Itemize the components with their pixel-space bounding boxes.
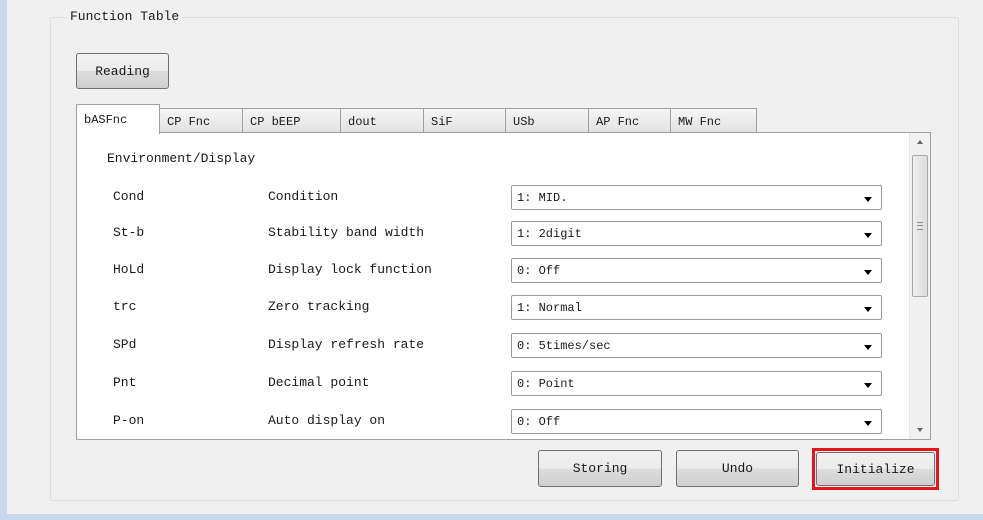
dropdown-arrow-icon	[864, 233, 872, 238]
tab-cp-fnc[interactable]: CP Fnc	[159, 108, 243, 132]
refresh-rate-dropdown[interactable]: 0: 5times/sec	[511, 333, 882, 358]
tab-ap-fnc[interactable]: AP Fnc	[588, 108, 671, 132]
setting-row-p-on: P-on Auto display on 0: Off	[77, 409, 909, 439]
scroll-down-arrow-icon[interactable]	[910, 422, 930, 439]
tab-usb[interactable]: USb	[505, 108, 589, 132]
setting-description: Auto display on	[268, 413, 386, 428]
condition-dropdown[interactable]: 1: MID.	[511, 185, 882, 210]
storing-button[interactable]: Storing	[538, 450, 662, 487]
dropdown-arrow-icon	[864, 345, 872, 350]
display-lock-dropdown[interactable]: 0: Off	[511, 258, 882, 283]
dropdown-value: 1: Normal	[517, 301, 582, 315]
scroll-up-arrow-icon[interactable]	[910, 133, 930, 150]
grip-icon	[917, 222, 923, 230]
tab-sif[interactable]: SiF	[423, 108, 506, 132]
vertical-scrollbar[interactable]	[909, 133, 930, 439]
dropdown-arrow-icon	[864, 270, 872, 275]
setting-description: Condition	[268, 189, 339, 204]
stability-band-dropdown[interactable]: 1: 2digit	[511, 221, 882, 246]
function-table-window: Function Table Reading bASFnc CP Fnc CP …	[0, 0, 983, 520]
undo-button[interactable]: Undo	[676, 450, 799, 487]
setting-row-spd: SPd Display refresh rate 0: 5times/sec	[77, 333, 909, 363]
setting-code: P-on	[113, 413, 145, 428]
setting-code: Cond	[113, 189, 145, 204]
dropdown-value: 0: Point	[517, 377, 575, 391]
setting-code: Pnt	[113, 375, 137, 390]
setting-code: SPd	[113, 337, 137, 352]
decimal-point-dropdown[interactable]: 0: Point	[511, 371, 882, 396]
tab-panel: Environment/Display Cond Condition 1: MI…	[76, 132, 931, 440]
dropdown-value: 0: Off	[517, 264, 561, 278]
setting-code: trc	[113, 299, 137, 314]
dropdown-arrow-icon	[864, 421, 872, 426]
group-title: Function Table	[67, 9, 183, 24]
settings-list: Environment/Display Cond Condition 1: MI…	[77, 133, 909, 439]
scrollbar-thumb[interactable]	[912, 155, 928, 297]
dropdown-value: 1: MID.	[517, 191, 568, 205]
setting-row-st-b: St-b Stability band width 1: 2digit	[77, 221, 909, 251]
tab-mw-fnc[interactable]: MW Fnc	[670, 108, 757, 132]
setting-description: Display lock function	[268, 262, 432, 277]
zero-tracking-dropdown[interactable]: 1: Normal	[511, 295, 882, 320]
setting-code: HoLd	[113, 262, 145, 277]
tab-dout[interactable]: dout	[340, 108, 424, 132]
setting-row-hold: HoLd Display lock function 0: Off	[77, 258, 909, 288]
dropdown-arrow-icon	[864, 197, 872, 202]
dropdown-value: 1: 2digit	[517, 227, 582, 241]
highlight-box	[812, 448, 939, 490]
setting-description: Stability band width	[268, 225, 425, 240]
dropdown-arrow-icon	[864, 383, 872, 388]
setting-row-cond: Cond Condition 1: MID.	[77, 185, 909, 215]
auto-display-dropdown[interactable]: 0: Off	[511, 409, 882, 434]
tab-basfnc[interactable]: bASFnc	[76, 104, 160, 134]
setting-description: Zero tracking	[268, 299, 370, 314]
tab-cp-beep[interactable]: CP bEEP	[242, 108, 341, 132]
setting-description: Display refresh rate	[268, 337, 425, 352]
dropdown-value: 0: Off	[517, 415, 561, 429]
setting-description: Decimal point	[268, 375, 370, 390]
section-title: Environment/Display	[107, 151, 256, 166]
setting-row-trc: trc Zero tracking 1: Normal	[77, 295, 909, 325]
reading-button[interactable]: Reading	[76, 53, 169, 89]
setting-row-pnt: Pnt Decimal point 0: Point	[77, 371, 909, 401]
dropdown-value: 0: 5times/sec	[517, 339, 611, 353]
dropdown-arrow-icon	[864, 307, 872, 312]
setting-code: St-b	[113, 225, 145, 240]
